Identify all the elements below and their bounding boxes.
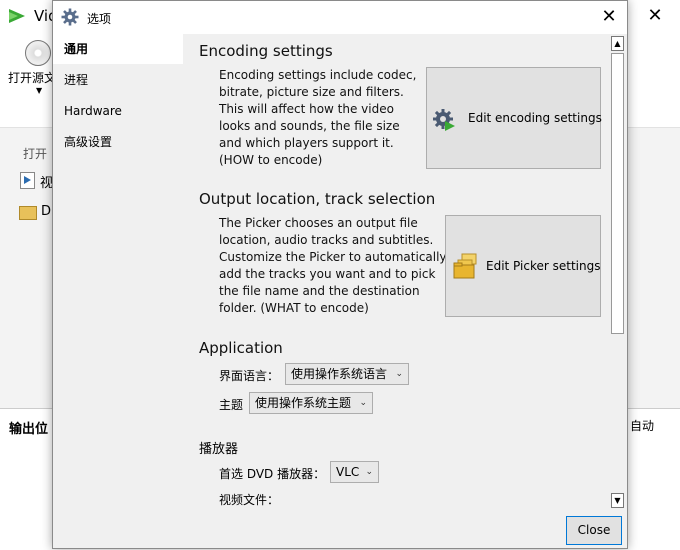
text-line: Customize the Picker to automatically	[219, 250, 447, 264]
dvd-player-select-value: VLC	[336, 465, 360, 479]
scrollbar-thumb[interactable]	[611, 53, 624, 334]
gear-icon	[61, 8, 79, 26]
language-select[interactable]: 使用操作系统语言 ⌄	[285, 363, 409, 385]
language-select-value: 使用操作系统语言	[291, 367, 388, 381]
theme-select[interactable]: 使用操作系统主题 ⌄	[249, 392, 373, 414]
text-line: (HOW to encode)	[219, 153, 323, 167]
text-line: This will affect how the video	[219, 102, 394, 116]
nav-item-advanced[interactable]: 高级设置	[53, 127, 183, 157]
close-button[interactable]: Close	[566, 516, 622, 545]
edit-encoding-settings-label: Edit encoding settings	[468, 111, 602, 125]
folder-icon	[19, 206, 37, 220]
scroll-down-icon[interactable]: ▼	[611, 493, 624, 508]
edit-picker-settings-button[interactable]: Edit Picker settings	[445, 215, 601, 317]
chevron-down-icon: ⌄	[359, 398, 367, 408]
text-line: and which players support it.	[219, 136, 394, 150]
open-source-button[interactable]: 打开源文	[8, 69, 56, 86]
encoding-description: Encoding settings include codec, bitrate…	[219, 67, 416, 169]
content-scrollbar[interactable]: ▲ ▼	[610, 34, 626, 510]
text-line: bitrate, picture size and filters.	[219, 85, 404, 99]
nav-item-general[interactable]: 通用	[53, 34, 183, 64]
edit-encoding-settings-button[interactable]: Edit encoding settings	[426, 67, 602, 169]
scroll-up-icon[interactable]: ▲	[611, 36, 624, 51]
dvd-player-label: 首选 DVD 播放器：	[219, 467, 326, 481]
text-line: The Picker chooses an output file	[219, 216, 418, 230]
edit-picker-settings-label: Edit Picker settings	[486, 259, 601, 273]
output-location-label: 输出位	[9, 422, 49, 437]
auto-option[interactable]: 自动	[630, 417, 654, 434]
player-heading: 播放器	[199, 442, 239, 457]
theme-label: 主题	[219, 398, 244, 412]
output-heading: Output location, track selection	[199, 190, 436, 208]
text-line: looks and sounds, the file size	[219, 119, 400, 133]
chevron-down-icon: ⌄	[395, 369, 403, 379]
text-line: Encoding settings include codec,	[219, 68, 417, 82]
options-dialog: 选项 ✕ 通用 进程 Hardware 高级设置 Encoding settin…	[52, 0, 628, 549]
text-line: add the tracks you want and to pick	[219, 267, 436, 281]
text-line: location, audio tracks and subtitles.	[219, 233, 434, 247]
main-close-icon[interactable]: ✕	[640, 4, 670, 28]
chevron-down-icon: ⌄	[365, 467, 373, 477]
nav-item-hardware[interactable]: Hardware	[53, 96, 183, 126]
disc-icon[interactable]	[25, 40, 51, 66]
dialog-titlebar: 选项 ✕	[53, 1, 627, 34]
dvd-player-select[interactable]: VLC ⌄	[330, 461, 379, 483]
text-line: folder. (WHAT to encode)	[219, 301, 369, 315]
video-file-icon	[20, 172, 35, 189]
options-content: Encoding settings Encoding settings incl…	[184, 34, 610, 510]
theme-select-value: 使用操作系统主题	[255, 396, 352, 410]
video-file-label: 视频文件：	[219, 493, 280, 507]
options-nav: 通用 进程 Hardware 高级设置	[53, 34, 183, 510]
application-heading: Application	[199, 339, 283, 357]
app-logo-icon	[9, 9, 25, 23]
close-icon[interactable]: ✕	[597, 5, 621, 29]
dialog-title: 选项	[87, 12, 112, 26]
text-line: the file name and the destination	[219, 284, 420, 298]
gear-play-icon	[433, 109, 455, 131]
output-description: The Picker chooses an output file locati…	[219, 215, 447, 317]
open-source-dropdown-icon[interactable]: ▼	[36, 86, 42, 95]
dialog-footer: Close	[53, 510, 627, 548]
nav-item-process[interactable]: 进程	[53, 65, 183, 95]
list-item[interactable]: D	[41, 204, 51, 219]
open-section-label: 打开	[23, 147, 48, 161]
encoding-heading: Encoding settings	[199, 42, 333, 60]
language-label: 界面语言：	[219, 369, 280, 383]
folder-stack-icon	[453, 253, 477, 279]
